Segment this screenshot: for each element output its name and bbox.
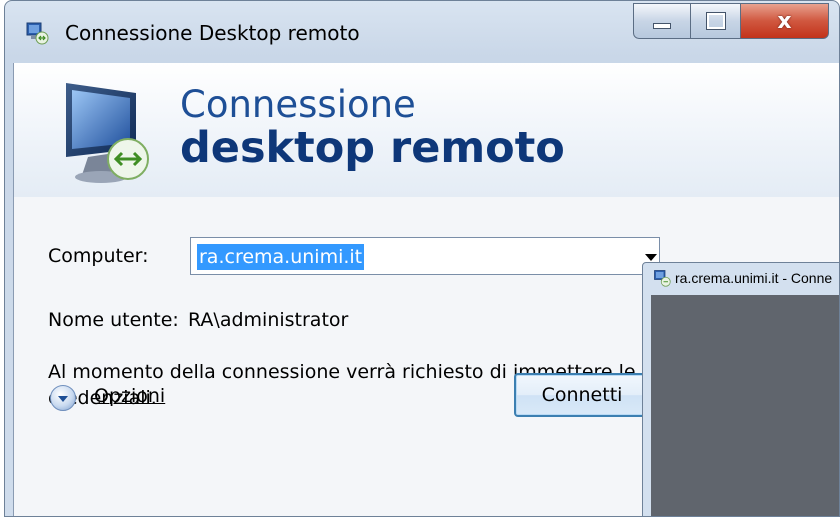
username-label: Nome utente: xyxy=(48,309,179,331)
banner-title-line1: Connessione xyxy=(180,83,416,126)
dialog-banner: Connessione desktop remoto xyxy=(14,63,839,198)
title-bar[interactable]: Connessione Desktop remoto x xyxy=(5,1,839,63)
maximize-icon xyxy=(705,12,726,30)
computer-label: Computer: xyxy=(48,245,149,267)
remote-session-content[interactable] xyxy=(651,295,839,516)
remote-desktop-app-icon xyxy=(26,22,49,45)
computer-input[interactable]: ra.crema.unimi.it xyxy=(197,244,365,270)
close-icon: x xyxy=(777,8,792,34)
banner-title-line2: desktop remoto xyxy=(180,123,565,173)
remote-session-title: ra.crema.unimi.it - Conne xyxy=(675,270,833,286)
connect-button[interactable]: Connetti xyxy=(514,373,650,417)
chevron-down-icon xyxy=(58,396,68,402)
minimize-icon xyxy=(653,23,671,29)
close-button[interactable]: x xyxy=(741,3,829,39)
dropdown-arrow-icon[interactable] xyxy=(645,254,657,261)
maximize-button[interactable] xyxy=(691,3,741,39)
username-value: RA\administrator xyxy=(188,309,349,331)
computer-combobox[interactable]: ra.crema.unimi.it xyxy=(190,237,660,275)
window-title: Connessione Desktop remoto xyxy=(65,21,360,45)
options-expand-icon[interactable] xyxy=(50,385,76,411)
window-controls: x xyxy=(633,3,829,41)
monitor-remote-icon xyxy=(66,83,149,183)
options-link[interactable]: Opzioni xyxy=(94,385,165,407)
remote-desktop-app-icon xyxy=(654,270,671,287)
remote-session-window[interactable]: ra.crema.unimi.it - Conne xyxy=(642,262,840,517)
minimize-button[interactable] xyxy=(633,3,691,39)
